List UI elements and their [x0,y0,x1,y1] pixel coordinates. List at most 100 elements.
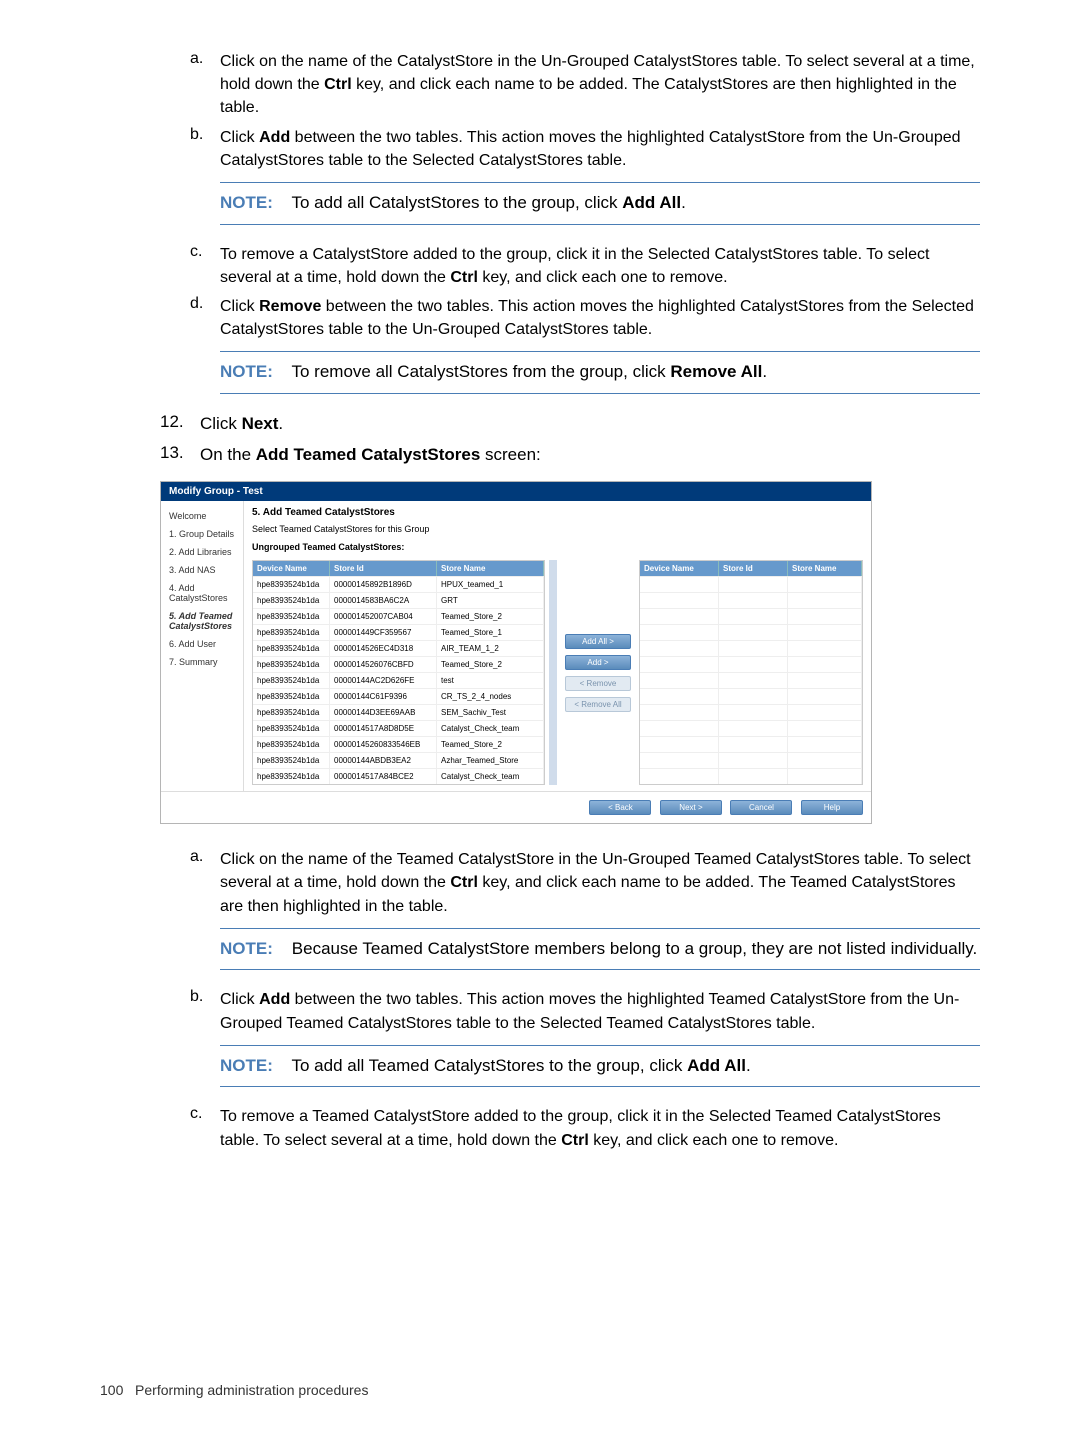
table-row[interactable] [640,624,862,640]
back-button[interactable]: < Back [589,800,651,815]
cell: 00000144C61F9396 [330,689,437,704]
wizard-nav-item[interactable]: Welcome [161,507,243,525]
text: Click [220,129,259,146]
ctrl-key: Ctrl [561,1132,589,1149]
wizard-nav-item[interactable]: 7. Summary [161,653,243,671]
text: Click [220,298,259,315]
table-row[interactable]: hpe8393524b1da00000144D3EE69AABSEM_Sachi… [253,704,544,720]
table-row[interactable]: hpe8393524b1da000001452007CAB04Teamed_St… [253,608,544,624]
note-text: . [762,362,767,381]
cell: hpe8393524b1da [253,737,330,752]
wizard-step-heading: 5. Add Teamed CatalystStores [252,507,863,518]
ctrl-key: Ctrl [450,874,478,891]
selected-table[interactable]: Device Name Store Id Store Name [639,560,863,785]
col-store-name[interactable]: Store Name [437,561,544,576]
cell: Teamed_Store_2 [437,737,544,752]
cell [719,737,788,752]
table-row[interactable]: hpe8393524b1da00000145892B1896DHPUX_team… [253,576,544,592]
wizard-nav-item[interactable]: 4. Add CatalystStores [161,579,243,607]
remove-all-button[interactable]: < Remove All [565,697,631,712]
text: key, and click each one to remove. [589,1132,839,1149]
table-row[interactable]: hpe8393524b1da00000144AC2D626FEtest [253,672,544,688]
cell [719,593,788,608]
wizard-subtext: Select Teamed CatalystStores for this Gr… [252,524,863,534]
cell: hpe8393524b1da [253,657,330,672]
table-row[interactable]: hpe8393524b1da00000145260833546EBTeamed_… [253,736,544,752]
col-store-id[interactable]: Store Id [330,561,437,576]
note-text: . [681,193,686,212]
note-add-all-teamed: NOTE: To add all Teamed CatalystStores t… [220,1045,980,1088]
col-device-name[interactable]: Device Name [640,561,719,576]
col-store-name[interactable]: Store Name [788,561,862,576]
table-row[interactable] [640,736,862,752]
cell: hpe8393524b1da [253,641,330,656]
cell: 0000014517A8D8D5E [330,721,437,736]
wizard-nav-item[interactable]: 6. Add User [161,635,243,653]
table-row[interactable] [640,720,862,736]
text: Click [220,991,259,1008]
table-row[interactable] [640,592,862,608]
cell: Teamed_Store_1 [437,625,544,640]
add-all-button[interactable]: Add All > [565,634,631,649]
step-b-add: b. Click Add between the two tables. Thi… [190,126,980,172]
table-row[interactable]: hpe8393524b1da00000144C61F9396CR_TS_2_4_… [253,688,544,704]
ungrouped-table[interactable]: Device Name Store Id Store Name hpe83935… [252,560,545,785]
cell: 000001452007CAB04 [330,609,437,624]
table-row[interactable] [640,768,862,784]
cell: Azhar_Teamed_Store [437,753,544,768]
step-12: 12. Click Next. [160,412,980,437]
table-row[interactable] [640,640,862,656]
cell: HPUX_teamed_1 [437,577,544,592]
table-row[interactable] [640,688,862,704]
cell: SEM_Sachiv_Test [437,705,544,720]
cell [640,689,719,704]
step-marker: a. [190,848,220,918]
note-text: To add all Teamed CatalystStores to the … [291,1056,687,1075]
note-label: NOTE: [220,362,273,381]
section-title: Performing administration procedures [135,1382,368,1398]
table-row[interactable]: hpe8393524b1da0000014526076CBFDTeamed_St… [253,656,544,672]
screen-name: Add Teamed CatalystStores [256,445,481,464]
table-row[interactable]: hpe8393524b1da0000014517A84BCE2Catalyst_… [253,768,544,784]
col-device-name[interactable]: Device Name [253,561,330,576]
table-row[interactable] [640,576,862,592]
table-row[interactable] [640,704,862,720]
table-row[interactable] [640,656,862,672]
cancel-button[interactable]: Cancel [730,800,792,815]
add-button[interactable]: Add > [565,655,631,670]
cell: hpe8393524b1da [253,593,330,608]
add-all-label: Add All [687,1056,746,1075]
cell: hpe8393524b1da [253,769,330,784]
remove-button[interactable]: < Remove [565,676,631,691]
cell [719,753,788,768]
table-row[interactable]: hpe8393524b1da0000014526EC4D318AIR_TEAM_… [253,640,544,656]
wizard-nav-item[interactable]: 5. Add Teamed CatalystStores [161,607,243,635]
cell: 00000144D3EE69AAB [330,705,437,720]
cell: 00000144ABDB3EA2 [330,753,437,768]
add-label: Add [259,129,290,146]
scrollbar[interactable] [549,560,557,785]
col-store-id[interactable]: Store Id [719,561,788,576]
cell [719,705,788,720]
step-marker: 12. [160,412,200,437]
next-button[interactable]: Next > [660,800,722,815]
table-row[interactable]: hpe8393524b1da00000144ABDB3EA2Azhar_Team… [253,752,544,768]
table-row[interactable]: hpe8393524b1da0000014517A8D8D5ECatalyst_… [253,720,544,736]
cell [788,721,862,736]
table-row[interactable] [640,608,862,624]
ctrl-key: Ctrl [450,269,478,286]
note-label: NOTE: [220,939,273,958]
cell: Teamed_Store_2 [437,657,544,672]
wizard-nav-item[interactable]: 2. Add Libraries [161,543,243,561]
cell: 0000014526EC4D318 [330,641,437,656]
text: between the two tables. This action move… [220,991,959,1031]
cell: hpe8393524b1da [253,705,330,720]
ctrl-key: Ctrl [324,76,352,93]
table-row[interactable]: hpe8393524b1da0000014583BA6C2AGRT [253,592,544,608]
wizard-nav-item[interactable]: 3. Add NAS [161,561,243,579]
table-row[interactable] [640,672,862,688]
help-button[interactable]: Help [801,800,863,815]
table-row[interactable] [640,752,862,768]
wizard-nav-item[interactable]: 1. Group Details [161,525,243,543]
table-row[interactable]: hpe8393524b1da000001449CF359567Teamed_St… [253,624,544,640]
